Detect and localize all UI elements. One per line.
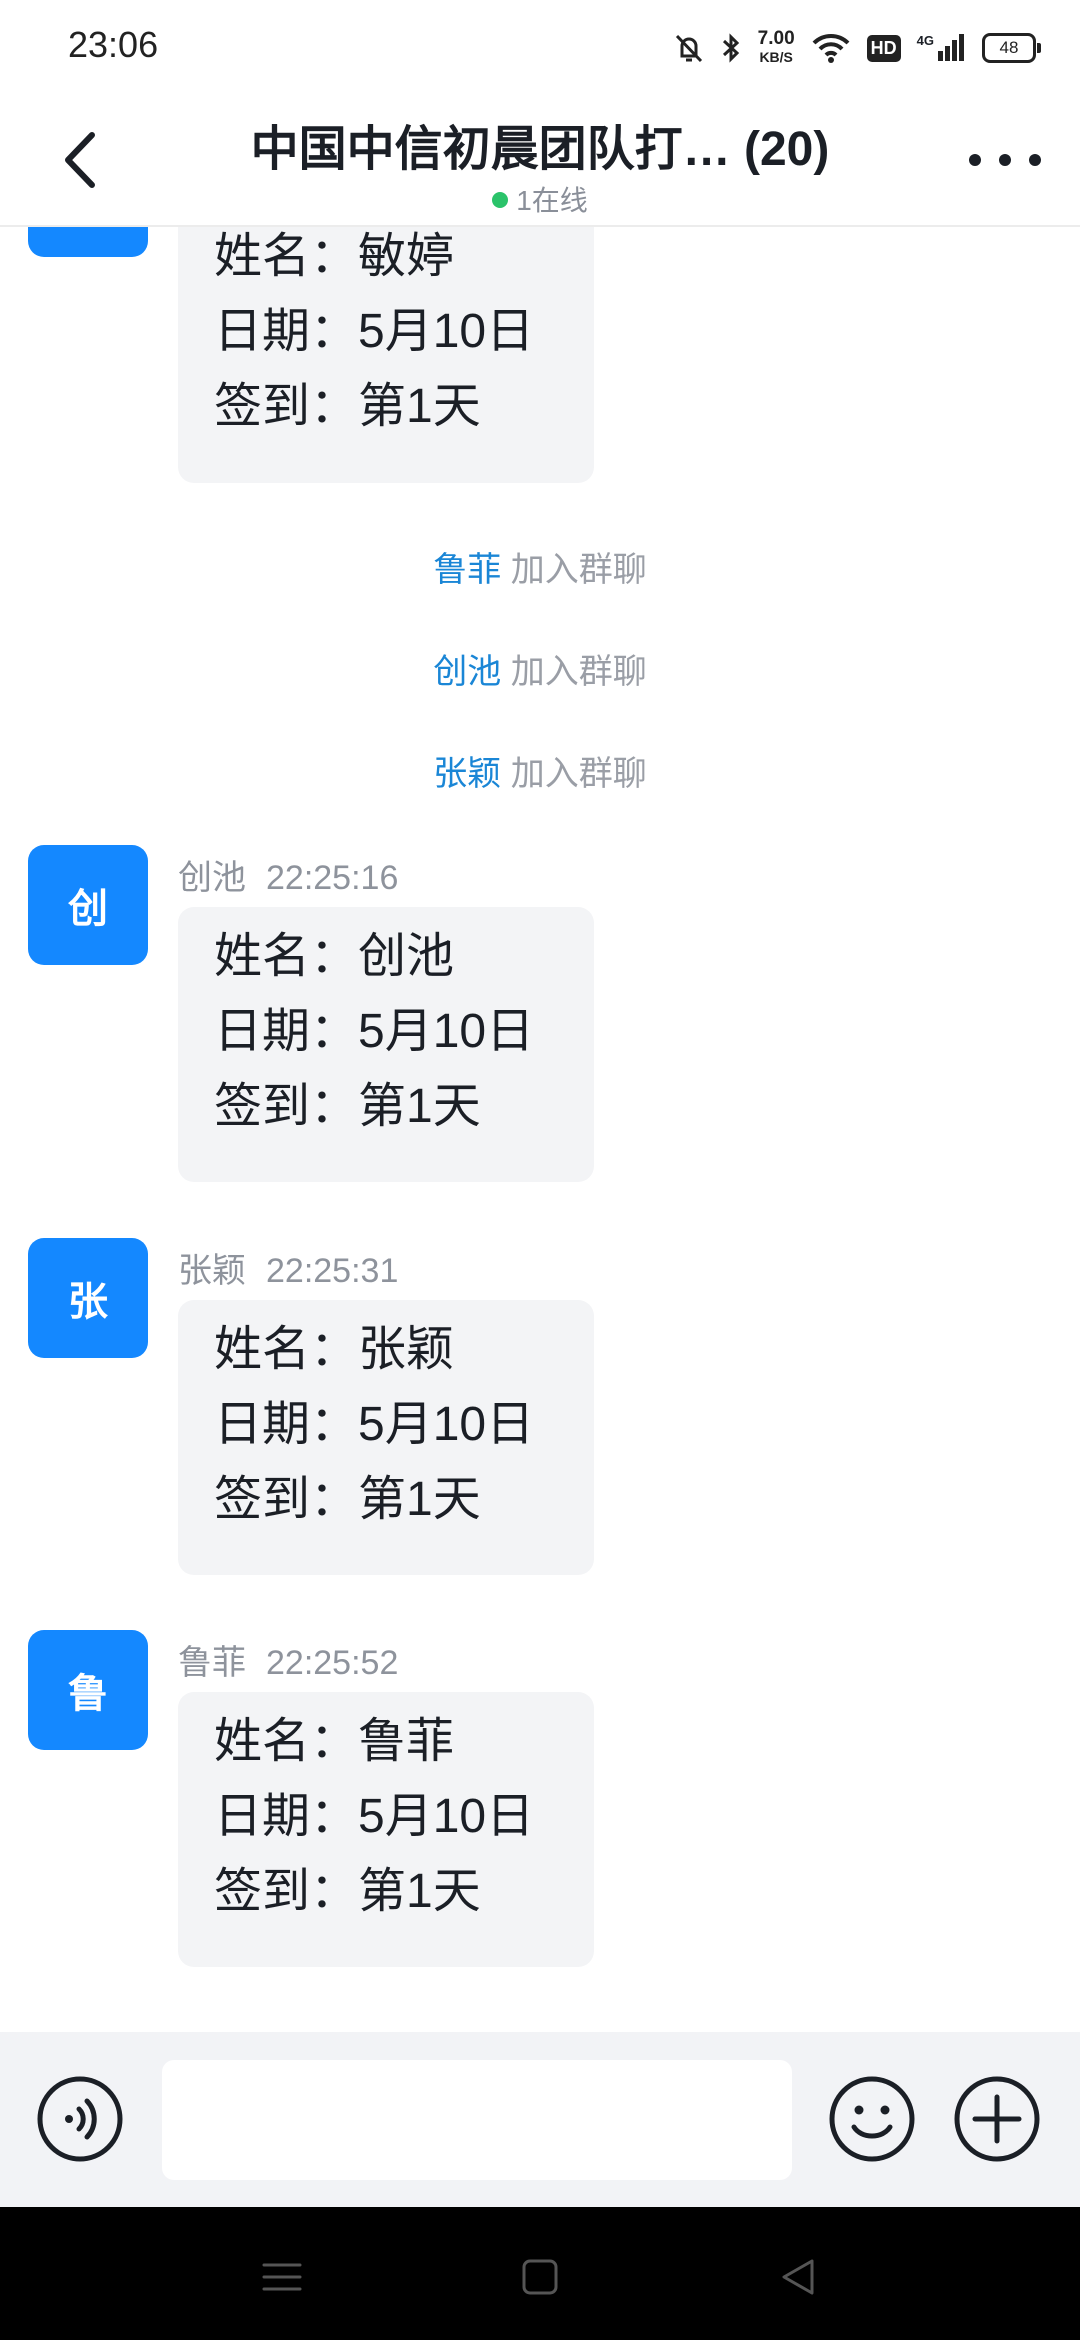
message-time: 22:25:31: [266, 1252, 399, 1290]
bubble-line: 姓名：敏婷: [214, 230, 455, 283]
battery-indicator: 48: [982, 33, 1041, 63]
bubble-line: 签到：第1天: [214, 380, 481, 433]
menu-nav-button[interactable]: [252, 2247, 312, 2307]
cell-signal: 4G: [917, 33, 966, 63]
status-bar: 23:06 7.00 KB/S HD 4G 48: [0, 0, 1080, 95]
system-notice: 鲁菲 加入群聊: [0, 542, 1080, 591]
message-meta: 鲁菲 22:25:52: [178, 1635, 398, 1684]
online-status: 1在线: [0, 179, 1080, 219]
sender-name: 鲁菲: [178, 1644, 246, 1682]
more-dots-icon: [969, 154, 1041, 166]
cell-signal-icon: [938, 34, 964, 61]
message-bubble[interactable]: 姓名：创池 日期：5月10日 签到：第1天: [178, 907, 594, 1182]
sender-name: 创池: [178, 859, 246, 897]
chevron-left-icon: [65, 132, 95, 188]
bubble-line: 日期：5月10日: [214, 1790, 535, 1843]
bubble-line: 签到：第1天: [214, 1473, 481, 1526]
system-notice-name[interactable]: 鲁菲: [433, 551, 501, 589]
system-notice: 张颖 加入群聊: [0, 746, 1080, 795]
system-notice-text: 加入群聊: [510, 755, 647, 793]
plus-button[interactable]: [953, 2075, 1041, 2163]
net-speed: 7.00 KB/S: [757, 28, 795, 65]
message-meta: 创池 22:25:16: [178, 850, 398, 899]
system-notice: 创池 加入群聊: [0, 644, 1080, 693]
chat-title: 中国中信初晨团队打… (20): [250, 123, 830, 176]
message-time: 22:25:52: [266, 1644, 399, 1682]
chat-header: 中国中信初晨团队打… (20) 1在线: [0, 95, 1080, 227]
back-nav-button[interactable]: [768, 2247, 828, 2307]
bubble-line: 签到：第1天: [214, 1865, 481, 1918]
avatar[interactable]: 鲁: [28, 1630, 148, 1750]
bubble-line: 姓名：鲁菲: [214, 1715, 455, 1768]
system-notice-text: 加入群聊: [510, 653, 647, 691]
message-bubble[interactable]: 姓名：敏婷 日期：5月10日 签到：第1天: [178, 227, 594, 483]
bubble-line: 签到：第1天: [214, 1080, 481, 1133]
bluetooth-icon: [722, 33, 739, 63]
message-meta: 张颖 22:25:31: [178, 1243, 398, 1292]
system-notice-text: 加入群聊: [510, 551, 647, 589]
sender-name: 张颖: [178, 1252, 246, 1290]
chat-area[interactable]: 姓名：敏婷 日期：5月10日 签到：第1天 鲁菲 加入群聊 创池 加入群聊 张颖…: [0, 227, 1080, 2032]
message-bubble[interactable]: 姓名：张颖 日期：5月10日 签到：第1天: [178, 1300, 594, 1575]
bubble-line: 姓名：创池: [214, 930, 455, 983]
emoji-icon: [829, 2076, 915, 2162]
bubble-line: 姓名：张颖: [214, 1323, 455, 1376]
avatar[interactable]: 创: [28, 845, 148, 965]
plus-icon: [954, 2076, 1040, 2162]
bubble-line: 日期：5月10日: [214, 1005, 535, 1058]
voice-icon: [37, 2076, 123, 2162]
home-nav-button[interactable]: [510, 2247, 570, 2307]
wifi-icon: [812, 33, 850, 63]
emoji-button[interactable]: [828, 2075, 916, 2163]
menu-icon: [262, 2263, 302, 2291]
avatar[interactable]: 张: [28, 1238, 148, 1358]
mute-bell-icon: [675, 34, 702, 63]
message-time: 22:25:16: [266, 859, 399, 897]
avatar[interactable]: [28, 227, 148, 257]
system-nav-bar: [0, 2207, 1080, 2340]
bubble-line: 日期：5月10日: [214, 305, 535, 358]
hd-badge: HD: [866, 34, 901, 62]
system-notice-name[interactable]: 创池: [433, 653, 501, 691]
voice-button[interactable]: [36, 2075, 124, 2163]
message-input[interactable]: [162, 2060, 792, 2180]
input-bar: [0, 2032, 1080, 2207]
bubble-line: 日期：5月10日: [214, 1398, 535, 1451]
home-square-icon: [522, 2259, 558, 2295]
back-triangle-icon: [782, 2259, 814, 2295]
system-notice-name[interactable]: 张颖: [433, 755, 501, 793]
message-bubble[interactable]: 姓名：鲁菲 日期：5月10日 签到：第1天: [178, 1692, 594, 1967]
status-time: 23:06: [68, 24, 159, 65]
online-dot: [492, 191, 509, 208]
more-button[interactable]: [960, 135, 1050, 185]
status-icons: 7.00 KB/S HD 4G 48: [674, 26, 1041, 70]
